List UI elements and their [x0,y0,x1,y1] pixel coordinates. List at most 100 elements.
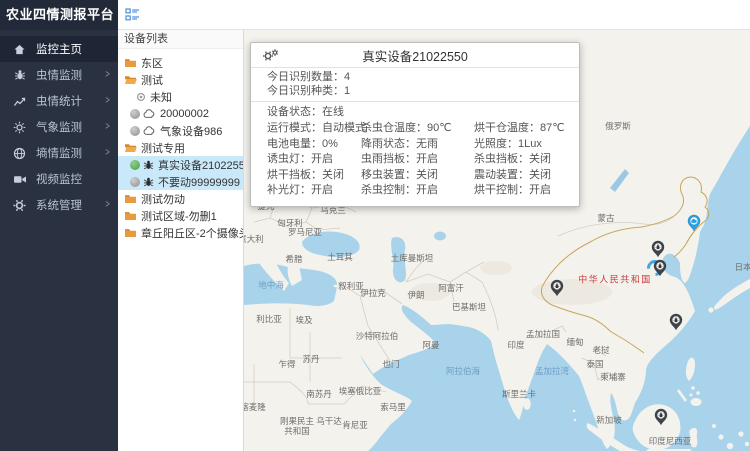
map-container[interactable]: 中华人民共和国 俄罗斯蒙古日本捷克乌克兰匈牙利罗马尼亚意大利希腊土耳其土库曼斯坦… [244,30,750,451]
device-label: 真实设备21022550 [158,157,243,173]
status-ball-online [130,160,140,170]
sidebar-item-2[interactable]: 虫情监测 > [0,62,118,88]
folder-icon [124,57,137,68]
device-tree: 东区测试未知 20000002 气象设备986测试专用真实设备21022550不要动… [118,49,243,241]
device-label: 不要动99999999 [158,174,240,190]
folder-icon [124,193,137,204]
status-cell: 烘干控制：开启 [474,183,579,199]
device-tree-item[interactable]: 不要动99999999 [118,173,243,190]
device-tree-item[interactable]: 未知 [118,88,243,105]
status-cell: 补光灯：开启 [267,183,361,199]
settings-cogs-icon[interactable] [262,49,279,62]
insect-device-icon [143,159,154,171]
device-tree-item[interactable]: 真实设备21022550 [118,156,243,173]
status-cell: 杀虫挡板：关闭 [474,152,579,168]
device-label: 未知 [150,89,172,105]
insect-device-marker[interactable] [653,257,668,281]
device-tree-item[interactable]: 东区 [118,54,243,71]
sidebar-item-label: 视频监控 [36,171,82,187]
china-country-label: 中华人民共和国 [578,273,652,286]
status-ball-offline [130,177,140,187]
chevron-right-icon: > [105,95,109,108]
sidebar-item-label: 虫情监测 [36,67,82,83]
device-tree-item[interactable]: 测试专用 [118,139,243,156]
unknown-device-icon [136,92,146,102]
device-panel-title: 设备列表 [118,30,243,49]
popup-header: 真实设备21022550 [251,43,579,68]
status-cell: 电池电量：0% [267,137,361,153]
chevron-right-icon: > [105,121,109,134]
sidebar: 农业四情测报平台 监控主页虫情监测 > 虫情统计 > 气象监测 > 墒情监测 > 视频监控系统管… [0,0,118,451]
status-ball-offline [130,126,140,136]
device-tree-item[interactable]: 测试 [118,71,243,88]
weather-device-marker[interactable] [687,212,702,236]
device-tree-item[interactable]: 章丘阳丘区-2个摄像头 [118,224,243,241]
sidebar-item-label: 墒情监测 [36,145,82,161]
device-label: 测试 [141,72,163,88]
device-status-line: 设备状态：在线 [251,102,579,120]
status-cell: 光照度：1Lux [474,137,579,153]
device-label: 章丘阳丘区-2个摄像头 [141,225,243,241]
insect-device-marker[interactable] [669,311,684,335]
status-cell: 诱虫灯：开启 [267,152,361,168]
home-icon [12,42,27,56]
weather-device-icon [143,126,156,136]
insect-device-icon [143,176,154,188]
status-cell: 杀虫仓温度：90℃ [361,121,474,137]
device-tree-toggle-button[interactable] [122,6,143,23]
status-cell: 杀虫控制：开启 [361,183,474,199]
status-cell: 运行模式：自动模式 [267,121,361,137]
sidebar-item-label: 气象监测 [36,119,82,135]
folder-open-icon [124,74,137,85]
sidebar-item-3[interactable]: 虫情统计 > [0,88,118,114]
device-tree-item[interactable]: 气象设备986 [118,122,243,139]
device-label: 测试勿动 [141,191,185,207]
status-cell: 降雨状态：无雨 [361,137,474,153]
device-label: 东区 [141,55,163,71]
device-label: 气象设备986 [160,123,222,139]
device-label: 测试区域-勿删1 [141,208,217,224]
status-ball-offline [130,109,140,119]
folder-icon [124,210,137,221]
popup-device-title: 真实设备21022550 [251,46,579,65]
chevron-right-icon: > [105,147,109,160]
sidebar-item-7[interactable]: 系统管理 > [0,192,118,218]
device-tree-item[interactable]: 测试勿动 [118,190,243,207]
device-tree-item[interactable]: 20000002 [118,105,243,122]
chevron-right-icon: > [105,69,109,82]
weather-device-icon [143,109,156,119]
folder-icon [124,227,137,238]
device-panel: 设备列表 东区测试未知 20000002 气象设备986测试专用真实设备210225… [118,30,244,451]
insect-device-marker[interactable] [654,406,669,430]
weather-icon [12,120,27,134]
sidebar-item-5[interactable]: 墒情监测 > [0,140,118,166]
chevron-right-icon: > [105,199,109,212]
sidebar-item-label: 系统管理 [36,197,82,213]
status-cell: 移虫装置：关闭 [361,168,474,184]
sidebar-item-4[interactable]: 气象监测 > [0,114,118,140]
app-title: 农业四情测报平台 [0,0,118,30]
chart-icon [12,94,27,108]
bug-icon [12,68,27,82]
device-status-grid: 运行模式：自动模式杀虫仓温度：90℃烘干仓温度：87℃ 电池电量：0%降雨状态：无… [251,120,579,206]
status-cell: 震动装置：关闭 [474,168,579,184]
sidebar-item-1[interactable]: 监控主页 [0,36,118,62]
sidebar-item-label: 虫情统计 [36,93,82,109]
folder-open-icon [124,142,137,153]
sidebar-item-label: 监控主页 [36,41,82,57]
gear-icon [12,198,27,212]
sidebar-menu: 监控主页虫情监测 > 虫情统计 > 气象监测 > 墒情监测 > 视频监控系统管理 > [0,30,118,218]
video-icon [12,172,27,186]
insect-device-marker[interactable] [550,277,565,301]
status-cell: 烘干仓温度：87℃ [474,121,579,137]
topbar [118,0,750,30]
device-label: 测试专用 [141,140,185,156]
device-info-popup: 真实设备21022550 今日识别数量：4 今日识别种类：1 设备状态：在线 运… [250,42,580,207]
today-identify-count: 今日识别数量：4 [251,70,579,84]
device-tree-item[interactable]: 测试区域-勿删1 [118,207,243,224]
device-label: 20000002 [160,108,209,120]
sidebar-item-6[interactable]: 视频监控 [0,166,118,192]
popup-summary: 今日识别数量：4 今日识别种类：1 [251,68,579,102]
today-identify-species: 今日识别种类：1 [251,84,579,98]
globe-icon [12,146,27,160]
